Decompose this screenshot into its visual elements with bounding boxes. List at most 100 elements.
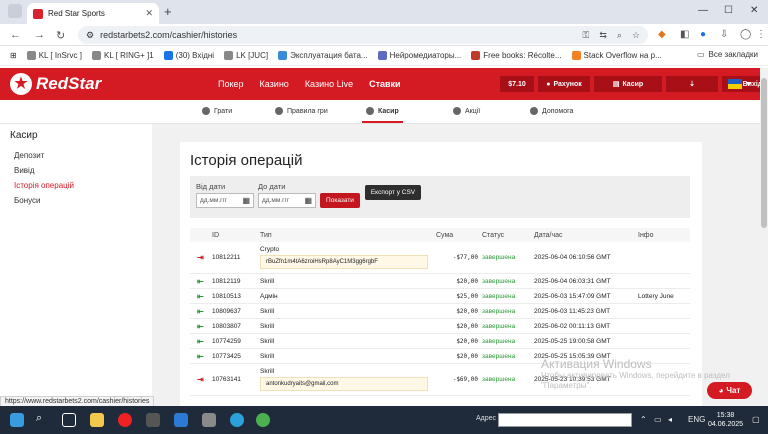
sidebar-item-history[interactable]: Історія операцій <box>14 181 142 190</box>
chrome-icon[interactable] <box>256 413 270 427</box>
url-field[interactable]: ⚙ redstarbets2.com/cashier/histories ⚿ ⇆… <box>78 26 648 44</box>
folder-icon: ▭ <box>696 50 705 59</box>
show-button[interactable]: Показати <box>320 193 360 208</box>
cell-id: 10810513 <box>212 292 241 300</box>
zoom-icon[interactable]: ⌕ <box>617 30 622 41</box>
sidebar-item-bonuses[interactable]: Бонуси <box>14 196 142 205</box>
bookmark-item[interactable]: LK [JUC] <box>224 51 268 60</box>
language-indicator[interactable]: ENG <box>688 415 705 424</box>
nav-bets[interactable]: Ставки <box>369 79 400 89</box>
browser-tab[interactable]: Red Star Sports ✕ <box>27 3 159 24</box>
back-icon[interactable]: ← <box>10 29 21 41</box>
volume-icon[interactable]: ◂ <box>668 415 672 424</box>
to-date-input[interactable]: дд.мм.ггг ▦ <box>258 193 316 208</box>
subnav-cashier[interactable]: Касир <box>362 107 403 123</box>
task-view-icon[interactable] <box>62 413 76 427</box>
tab-search-icon[interactable] <box>8 4 22 18</box>
opera-icon[interactable] <box>118 413 132 427</box>
subnav-rules[interactable]: Правила гри <box>275 107 328 115</box>
clock[interactable]: 15:38 04.06.2025 <box>708 411 743 429</box>
deposit-icon-button[interactable]: ⇣ <box>666 76 718 92</box>
subnav-promos[interactable]: Акції <box>453 107 480 115</box>
cell-type: Адмін <box>260 292 278 300</box>
site-info-icon[interactable]: ⚙ <box>86 30 94 41</box>
cell-date: 2025-06-02 00:11:13 GMT <box>534 322 611 330</box>
logo[interactable]: ★ RedStar <box>10 73 101 95</box>
chat-button[interactable]: ◕ Чат <box>707 382 752 399</box>
explorer-icon[interactable] <box>90 413 104 427</box>
telegram-icon[interactable] <box>230 413 244 427</box>
table-row: ⇤ 10812119 Skrill $20,00 завершена 2025-06-04… <box>190 274 690 289</box>
bookmark-item[interactable]: Эксплуатация бата... <box>278 51 368 60</box>
deposit-arrow-icon: ⇤ <box>197 291 204 301</box>
subnav-play[interactable]: Грати <box>202 107 232 115</box>
bookmark-item[interactable]: KL [ RING+ ]1 <box>91 51 154 60</box>
favicon-icon <box>33 8 43 19</box>
cell-status: завершена <box>482 292 516 300</box>
taskbar-address-input[interactable] <box>498 413 632 427</box>
extensions-icon[interactable]: ◧ <box>680 29 689 40</box>
nav-poker[interactable]: Покер <box>218 79 244 89</box>
from-date-label: Від дати <box>196 182 226 191</box>
cell-type: Skrill <box>260 322 275 330</box>
minimize-icon[interactable]: — <box>698 5 708 16</box>
forward-icon[interactable]: → <box>34 29 45 41</box>
export-csv-button[interactable]: Експорт у CSV <box>365 185 421 200</box>
cell-status: завершена <box>482 307 516 315</box>
menu-icon[interactable]: ⋮ <box>756 29 766 40</box>
language-selector[interactable]: ▼ <box>728 77 752 91</box>
subnav-help[interactable]: Допомога <box>530 107 573 115</box>
sidebar-item-deposit[interactable]: Депозит <box>14 151 142 160</box>
metamask-icon[interactable]: ◆ <box>658 29 666 40</box>
app-icon[interactable] <box>202 413 216 427</box>
sub-nav: Грати Правила гри Касир Акції Допомога <box>0 100 760 124</box>
translate-icon[interactable]: ⇆ <box>599 30 607 41</box>
account-button[interactable]: ● Рахунок <box>538 76 590 92</box>
maximize-icon[interactable]: ☐ <box>724 5 733 16</box>
deposit-arrow-icon: ⇤ <box>197 306 204 316</box>
close-tab-icon[interactable]: ✕ <box>145 8 153 19</box>
cell-sum: $20,00 <box>456 307 478 315</box>
calendar-icon[interactable]: ▦ <box>242 196 250 205</box>
balance-button[interactable]: $7.10 <box>500 76 534 92</box>
windows-activation-watermark: Активация Windows Чтобы активировать Win… <box>541 357 730 390</box>
store-icon[interactable] <box>174 413 188 427</box>
cell-id: 10763141 <box>212 376 241 383</box>
key-icon[interactable]: ⚿ <box>582 30 589 41</box>
notifications-icon[interactable]: ▢ <box>752 415 760 424</box>
profile-icon[interactable]: ● <box>700 29 706 40</box>
network-icon[interactable]: ▭ <box>654 415 662 424</box>
window-close-icon[interactable]: ✕ <box>750 5 758 16</box>
bookmark-item[interactable]: Free books: Récolte... <box>471 51 562 60</box>
windows-start-icon[interactable] <box>10 413 24 427</box>
cell-date: 2025-06-03 15:47:09 GMT <box>534 292 611 300</box>
reload-icon[interactable]: ↻ <box>56 29 65 42</box>
cashier-button[interactable]: ▤ Касир <box>594 76 662 92</box>
deposit-arrow-icon: ⇤ <box>197 276 204 286</box>
bug-icon <box>26 51 36 60</box>
from-date-input[interactable]: дд.мм.ггг ▦ <box>196 193 254 208</box>
page-scrollbar[interactable] <box>760 68 768 406</box>
tray-chevron-icon[interactable]: ⌃ <box>640 415 647 424</box>
new-tab-icon[interactable]: + <box>164 4 172 19</box>
bookmark-item[interactable]: KL [ InSrvc ] <box>26 51 82 60</box>
profile-avatar-icon[interactable]: ◯ <box>740 29 751 40</box>
nav-casino[interactable]: Казино <box>260 79 289 89</box>
table-row: ⇤ 10774259 Skrill $20,00 завершена 2025-05-25… <box>190 334 690 349</box>
cell-status: завершена <box>482 352 516 360</box>
nav-casino-live[interactable]: Казино Live <box>305 79 353 89</box>
search-icon[interactable]: ⌕ <box>36 412 50 426</box>
all-bookmarks[interactable]: ▭ Все закладки <box>697 50 758 59</box>
bookmark-item[interactable]: Нейромедиаторы... <box>377 51 461 60</box>
sidebar-item-withdraw[interactable]: Вивід <box>14 166 142 175</box>
scrollbar-thumb[interactable] <box>761 78 767 228</box>
bookmark-star-icon[interactable]: ☆ <box>632 30 640 41</box>
downloads-icon[interactable]: ⇩ <box>720 29 728 40</box>
bookmark-item[interactable]: Stack Overflow на р... <box>571 51 662 60</box>
bookmark-item[interactable]: (30) Вхідні <box>163 51 214 60</box>
site-header: ★ RedStar Покер Казино Казино Live Ставк… <box>0 68 768 100</box>
calendar-icon[interactable]: ▦ <box>304 196 312 205</box>
apps-icon[interactable]: ⊞ <box>10 51 17 60</box>
app-icon[interactable] <box>146 413 160 427</box>
cell-status: завершена <box>482 277 516 285</box>
